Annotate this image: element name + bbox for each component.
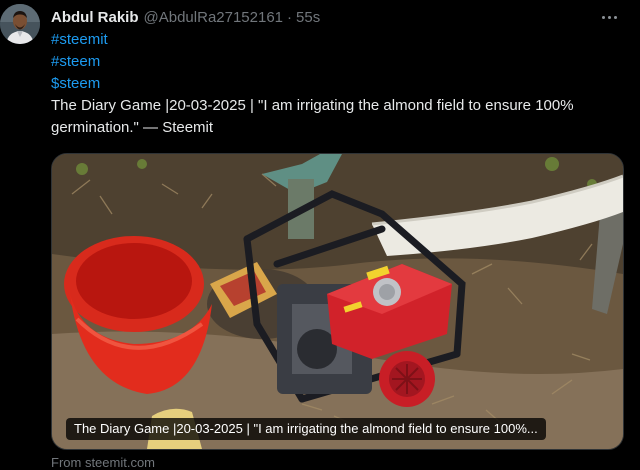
separator-dot: · [287, 8, 293, 26]
hashtag-steemit[interactable]: #steemit [51, 29, 626, 51]
author-handle[interactable]: @AbdulRa27152161 [144, 9, 284, 26]
tweet-body: The Diary Game |20-03-2025 | "I am irrig… [51, 97, 574, 136]
author-name[interactable]: Abdul Rakib [51, 9, 139, 26]
scrollbar[interactable] [628, 0, 640, 468]
tweet-text: #steemit #steem $steem The Diary Game |2… [51, 29, 626, 139]
tweet: Abdul Rakib @AbdulRa27152161 · 55s #stee… [0, 0, 640, 470]
timestamp[interactable]: 55s [296, 9, 320, 26]
card-image [52, 154, 623, 449]
avatar[interactable] [0, 4, 40, 44]
tweet-header: Abdul Rakib @AbdulRa27152161 · 55s [51, 6, 620, 28]
more-options-icon[interactable] [598, 8, 620, 26]
hashtag-steem[interactable]: #steem [51, 51, 626, 73]
card-title: The Diary Game |20-03-2025 | "I am irrig… [66, 418, 546, 440]
cashtag-steem[interactable]: $steem [51, 73, 626, 95]
link-card[interactable]: The Diary Game |20-03-2025 | "I am irrig… [51, 153, 624, 450]
